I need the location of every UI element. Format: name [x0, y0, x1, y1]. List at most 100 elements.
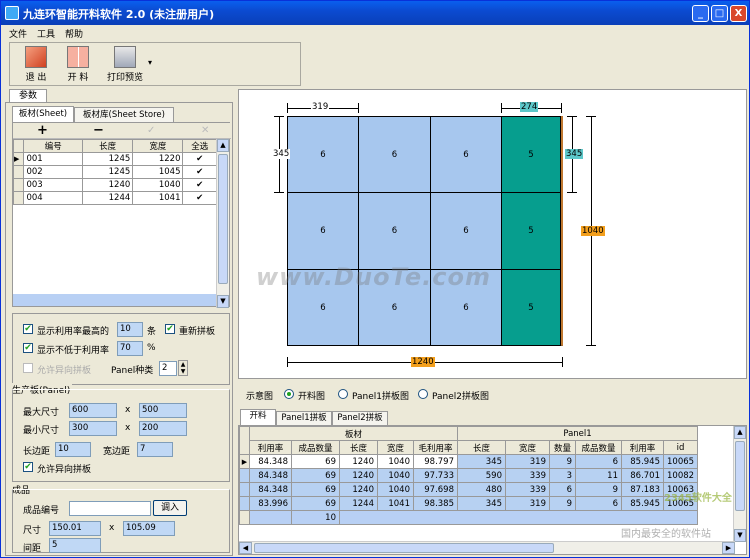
table-row[interactable]: 003 1240 1040 ✔: [12, 178, 217, 192]
col-width[interactable]: 宽度: [377, 440, 414, 455]
cell-id[interactable]: 002: [23, 165, 84, 179]
piece-panel1[interactable]: 6: [430, 116, 502, 193]
cell-id[interactable]: 004: [23, 191, 84, 205]
table-row[interactable]: 84.348 69 1240 1040 97.698 480 339 6 9 8…: [239, 482, 699, 497]
col-panel-width[interactable]: 宽度: [505, 440, 550, 455]
cell[interactable]: 319: [505, 496, 550, 511]
col-length[interactable]: 长度: [82, 139, 134, 153]
minimize-button[interactable]: _: [692, 5, 709, 22]
cell[interactable]: 98.797: [413, 454, 458, 469]
scroll-thumb[interactable]: [254, 543, 554, 553]
confirm-sheet-button[interactable]: ✓: [147, 123, 155, 139]
tab-sheet-store[interactable]: 板材库(Sheet Store): [74, 107, 174, 122]
table-row[interactable]: ▶ 84.348 69 1240 1040 98.797 345 319 9 6…: [239, 454, 699, 469]
cell[interactable]: 6: [575, 454, 622, 469]
cell[interactable]: 1040: [377, 454, 414, 469]
cell[interactable]: 3: [549, 468, 576, 483]
max-width-input[interactable]: 600: [69, 403, 117, 418]
cell[interactable]: 9: [575, 482, 622, 497]
col-product-count[interactable]: 成品数量: [291, 440, 340, 455]
tab-params[interactable]: 参数: [9, 89, 47, 102]
size-height-input[interactable]: 105.09: [123, 521, 175, 536]
cell[interactable]: 9: [549, 454, 576, 469]
cell-length[interactable]: 1240: [82, 178, 134, 192]
cell[interactable]: 83.996: [249, 496, 292, 511]
cell[interactable]: 480: [457, 482, 506, 497]
cell[interactable]: 69: [291, 482, 340, 497]
row-checkbox[interactable]: ✔: [182, 191, 217, 205]
gap-input[interactable]: 5: [49, 538, 101, 553]
table-row[interactable]: ▶ 001 1245 1220 ✔: [12, 152, 217, 166]
col-length[interactable]: 长度: [339, 440, 378, 455]
cell[interactable]: 345: [457, 496, 506, 511]
cancel-sheet-button[interactable]: ✕: [201, 123, 209, 139]
size-width-input[interactable]: 150.01: [49, 521, 101, 536]
result-vscroll[interactable]: ▲ ▼: [733, 426, 746, 542]
cell[interactable]: 98.385: [413, 496, 458, 511]
cell-length[interactable]: 1245: [82, 165, 134, 179]
maximize-button[interactable]: □: [711, 5, 728, 22]
radio-panel2-diagram-label[interactable]: Panel2拼板图: [432, 389, 489, 402]
sheet-table-scrollbar[interactable]: ▲ ▼: [216, 139, 229, 308]
cell[interactable]: 85.945: [621, 454, 664, 469]
panel-kinds-spinner[interactable]: ▲ ▼: [178, 360, 188, 376]
cell[interactable]: 69: [291, 454, 340, 469]
cell[interactable]: 1240: [339, 468, 378, 483]
scroll-right-icon[interactable]: ▶: [722, 542, 735, 554]
table-row[interactable]: 002 1245 1045 ✔: [12, 165, 217, 179]
min-height-input[interactable]: 200: [139, 421, 187, 436]
product-code-input[interactable]: [69, 501, 151, 516]
radio-panel1-diagram-label[interactable]: Panel1拼板图: [352, 389, 409, 402]
layout-canvas[interactable]: 6 6 6 6 6 6 6 6 6 5 5 5 319 274 345 345: [238, 89, 747, 379]
cell[interactable]: 6: [549, 482, 576, 497]
menu-tools[interactable]: 工具: [37, 27, 55, 40]
col-panel-qty[interactable]: 数量: [549, 440, 576, 455]
cell[interactable]: 84.348: [249, 482, 292, 497]
show-top-input[interactable]: 10: [117, 322, 143, 337]
cell-id[interactable]: 003: [23, 178, 84, 192]
cell-width[interactable]: 1040: [132, 178, 184, 192]
table-row[interactable]: 004 1244 1041 ✔: [12, 191, 217, 205]
panel-kinds-input[interactable]: 2: [159, 361, 177, 376]
cell-width[interactable]: 1220: [132, 152, 184, 166]
table-row[interactable]: 83.996 69 1244 1041 98.385 345 319 9 6 8…: [239, 496, 699, 511]
remove-sheet-button[interactable]: −: [93, 123, 104, 139]
piece-panel1[interactable]: 6: [358, 192, 431, 270]
cell[interactable]: 97.733: [413, 468, 458, 483]
cell[interactable]: 10082: [662, 468, 699, 483]
cell-id[interactable]: 001: [23, 152, 84, 166]
scroll-thumb[interactable]: [218, 154, 228, 284]
cell[interactable]: 1040: [377, 468, 414, 483]
menu-help[interactable]: 帮助: [65, 27, 83, 40]
cell[interactable]: 86.701: [621, 468, 664, 483]
cell[interactable]: 9: [549, 496, 576, 511]
col-id[interactable]: id: [662, 440, 699, 455]
cell[interactable]: 97.698: [413, 482, 458, 497]
scroll-up-icon[interactable]: ▲: [734, 426, 746, 439]
cell-length[interactable]: 1245: [82, 152, 134, 166]
col-width[interactable]: 宽度: [132, 139, 184, 153]
col-panel-product-count[interactable]: 成品数量: [575, 440, 622, 455]
wide-margin-input[interactable]: 7: [137, 442, 173, 457]
cell[interactable]: 339: [505, 468, 550, 483]
show-top-checkbox[interactable]: ✔: [23, 324, 33, 334]
close-button[interactable]: X: [730, 5, 747, 22]
cell[interactable]: 85.945: [621, 496, 664, 511]
row-checkbox[interactable]: ✔: [182, 178, 217, 192]
radio-cut-diagram-label[interactable]: 开料图: [298, 389, 325, 402]
cell[interactable]: 84.348: [249, 454, 292, 469]
piece-panel1[interactable]: 6: [358, 116, 431, 193]
min-util-input[interactable]: 70: [117, 341, 143, 356]
col-gross-util[interactable]: 毛利用率: [413, 440, 458, 455]
cell[interactable]: 339: [505, 482, 550, 497]
scroll-left-icon[interactable]: ◀: [239, 542, 252, 554]
print-dropdown-arrow[interactable]: ▾: [148, 58, 152, 67]
piece-panel2[interactable]: 5: [501, 116, 561, 193]
cell[interactable]: 11: [575, 468, 622, 483]
cell[interactable]: 1244: [339, 496, 378, 511]
cell[interactable]: 1041: [377, 496, 414, 511]
row-checkbox[interactable]: ✔: [182, 165, 217, 179]
cell[interactable]: 10065: [662, 454, 699, 469]
col-util[interactable]: 利用率: [249, 440, 292, 455]
menu-file[interactable]: 文件: [9, 27, 27, 40]
